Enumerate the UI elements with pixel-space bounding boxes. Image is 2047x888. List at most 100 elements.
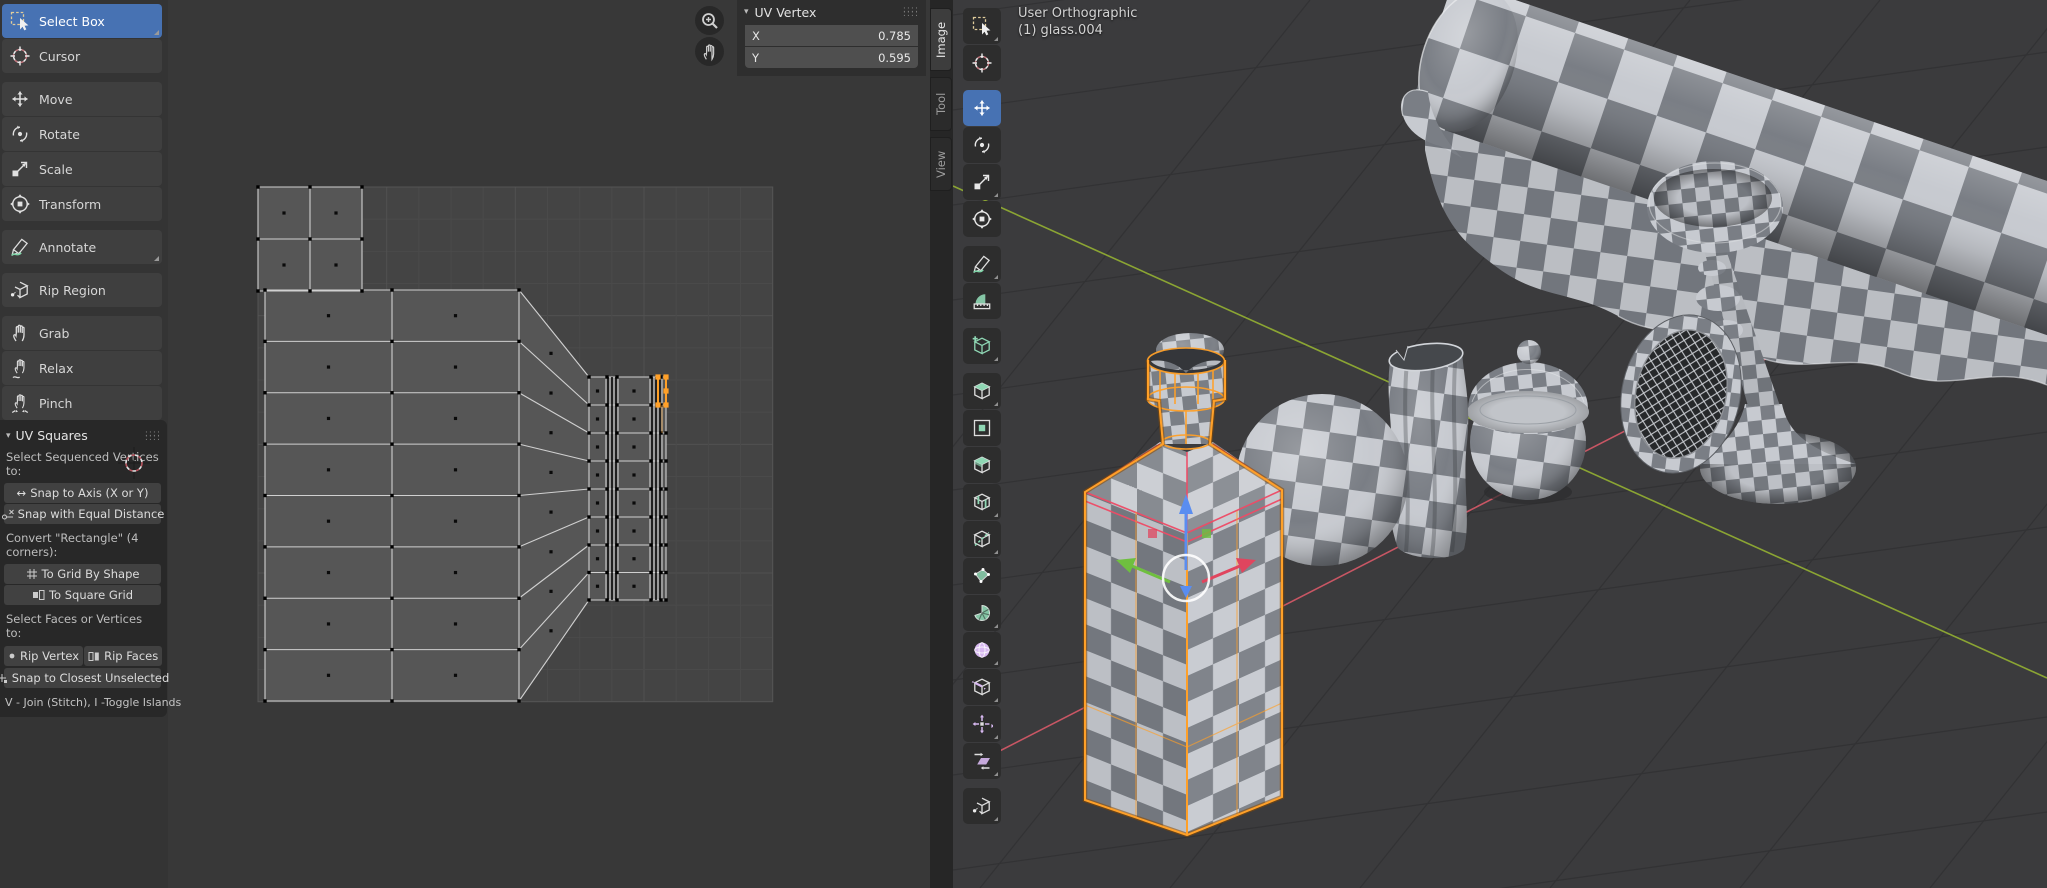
move-icon	[9, 88, 31, 110]
equal-distance-icon	[1, 508, 14, 521]
vp-tool-knife-button[interactable]	[963, 521, 1001, 557]
collapse-arrow-icon[interactable]: ▾	[6, 431, 11, 441]
uv-tool-select-box-button[interactable]: Select Box	[2, 4, 162, 38]
uv-vertex-header[interactable]: ▾ UV Vertex ::::::::	[737, 0, 926, 24]
sidebar-tab-view[interactable]: View	[930, 137, 952, 191]
field-label: Y	[752, 51, 759, 65]
uv-tool-transform-button[interactable]: Transform	[2, 187, 162, 221]
edge-slide-icon	[971, 676, 993, 698]
subtool-corner-icon	[994, 193, 998, 197]
active-object-label: (1) glass.004	[1018, 22, 1137, 39]
rip-vertex-button[interactable]: Rip Vertex	[4, 646, 83, 666]
field-value: 0.595	[878, 51, 911, 65]
uv-tool-move-button[interactable]: Move	[2, 82, 162, 116]
sidebar-tab-tool[interactable]: Tool	[930, 77, 952, 131]
uv-tool-scale-button[interactable]: Scale	[2, 152, 162, 186]
panel-title: UV Vertex	[755, 5, 817, 20]
shrink-fatten-icon	[971, 713, 993, 735]
vp-tool-smooth-button[interactable]	[963, 632, 1001, 668]
pinch-icon	[9, 392, 31, 414]
vp-tool-add-cube-button[interactable]	[963, 328, 1001, 364]
view-label: User Orthographic	[1018, 5, 1137, 22]
rip-faces-icon	[88, 651, 100, 662]
vp-tool-rip-region-button[interactable]	[963, 788, 1001, 824]
uv-tool-rip-region-button[interactable]: Rip Region	[2, 273, 162, 307]
subtool-corner-icon	[994, 817, 998, 821]
smooth-icon	[971, 639, 993, 661]
field-label: X	[752, 29, 760, 43]
section-label: Select Faces or Vertices to:	[6, 612, 159, 640]
snap-closest-unselected-button[interactable]: Snap to Closest Unselected	[4, 668, 161, 688]
snap-axis-icon: ↔	[17, 486, 27, 500]
uv-2d-cursor-icon	[118, 447, 150, 479]
inset-icon	[971, 417, 993, 439]
vp-tool-poly-build-button[interactable]	[963, 558, 1001, 594]
sidebar-tab-strip: Image Tool View	[930, 0, 953, 888]
rip-faces-button[interactable]: Rip Faces	[84, 646, 162, 666]
subtool-corner-icon	[994, 624, 998, 628]
spin-icon	[971, 602, 993, 624]
uv-tool-relax-button[interactable]: Relax	[2, 351, 162, 385]
bevel-icon	[971, 454, 993, 476]
uv-tool-cursor-button[interactable]: Cursor	[2, 39, 162, 73]
uv-tool-pinch-button[interactable]: Pinch	[2, 386, 162, 420]
transform-icon	[971, 208, 993, 230]
grab-icon	[9, 322, 31, 344]
drag-grip-icon[interactable]: ::::::::	[903, 8, 919, 16]
uv-tool-annotate-button[interactable]: Annotate	[2, 230, 162, 264]
vp-tool-bevel-button[interactable]	[963, 447, 1001, 483]
blender-window: Select Box Cursor Move Rotate Scale Transform…	[0, 0, 2047, 888]
vp-tool-spin-button[interactable]	[963, 595, 1001, 631]
uv-vertex-panel: ▾ UV Vertex :::::::: X 0.785 Y 0.595	[737, 0, 926, 76]
tool-label: Rip Region	[39, 283, 106, 298]
snap-equal-distance-button[interactable]: Snap with Equal Distance	[4, 504, 161, 524]
vp-tool-extrude-button[interactable]	[963, 373, 1001, 409]
vp-tool-annotate-button[interactable]	[963, 246, 1001, 282]
extrude-icon	[971, 380, 993, 402]
vp-tool-inset-button[interactable]	[963, 410, 1001, 446]
tool-label: Select Box	[39, 14, 105, 29]
uv-squares-header[interactable]: ▾ UV Squares ::::::::	[6, 428, 161, 443]
snap-to-axis-button[interactable]: ↔ Snap to Axis (X or Y)	[4, 483, 161, 503]
to-square-grid-button[interactable]: To Square Grid	[4, 585, 161, 605]
collapse-arrow-icon[interactable]: ▾	[744, 7, 749, 17]
vp-tool-measure-button[interactable]	[963, 283, 1001, 319]
select-box-icon	[9, 10, 31, 32]
rotate-icon	[971, 134, 993, 156]
vp-tool-edge-slide-button[interactable]	[963, 669, 1001, 705]
viewport-toolbar	[963, 8, 1001, 825]
vp-tool-cursor-button[interactable]	[963, 45, 1001, 81]
uv-vertex-x-field[interactable]: X 0.785	[745, 25, 918, 46]
drag-grip-icon[interactable]: ::::::::	[145, 432, 161, 440]
rip-region-icon	[9, 279, 31, 301]
sidebar-tab-image[interactable]: Image	[930, 8, 952, 71]
subtool-corner-icon	[994, 513, 998, 517]
snap-closest-icon	[0, 672, 8, 684]
pan-button[interactable]	[695, 37, 724, 66]
field-value: 0.785	[878, 29, 911, 43]
vp-tool-transform-button[interactable]	[963, 201, 1001, 237]
zoom-in-icon	[700, 11, 720, 31]
cursor-icon	[9, 45, 31, 67]
to-grid-by-shape-button[interactable]: To Grid By Shape	[4, 564, 161, 584]
zoom-button[interactable]	[695, 6, 724, 35]
uv-vertex-y-field[interactable]: Y 0.595	[745, 47, 918, 68]
viewport-3d[interactable]	[953, 0, 2047, 888]
uv-tool-grab-button[interactable]: Grab	[2, 316, 162, 350]
cursor-icon	[971, 52, 993, 74]
uv-tool-rotate-button[interactable]: Rotate	[2, 117, 162, 151]
tool-label: Scale	[39, 162, 73, 177]
vp-tool-move-button[interactable]	[963, 90, 1001, 126]
add-cube-icon	[971, 335, 993, 357]
subtool-corner-icon	[994, 275, 998, 279]
loop-cut-icon	[971, 491, 993, 513]
vp-tool-shear-button[interactable]	[963, 743, 1001, 779]
vp-tool-scale-button[interactable]	[963, 164, 1001, 200]
vp-tool-rotate-button[interactable]	[963, 127, 1001, 163]
tool-label: Move	[39, 92, 73, 107]
vp-tool-loop-cut-button[interactable]	[963, 484, 1001, 520]
select-box-icon	[971, 15, 993, 37]
relax-icon	[9, 357, 31, 379]
vp-tool-select-box-button[interactable]	[963, 8, 1001, 44]
vp-tool-shrink-fatten-button[interactable]	[963, 706, 1001, 742]
